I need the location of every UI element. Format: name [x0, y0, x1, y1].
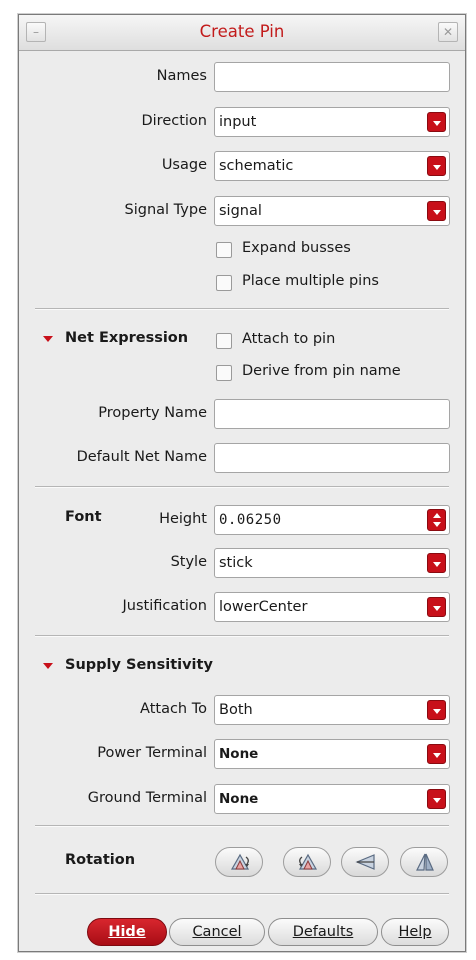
height-label: Height [159, 511, 207, 527]
divider [35, 825, 449, 827]
justification-label: Justification [122, 598, 207, 614]
chevron-down-icon[interactable] [427, 597, 446, 617]
chevron-down-icon[interactable] [427, 156, 446, 176]
signal-type-select[interactable]: signal [214, 196, 450, 226]
ground-terminal-label: Ground Terminal [87, 790, 207, 806]
style-label: Style [170, 554, 207, 570]
power-terminal-label: Power Terminal [97, 745, 207, 761]
font-heading: Font [65, 509, 102, 525]
expand-busses-checkbox[interactable] [216, 242, 232, 258]
place-multiple-label: Place multiple pins [242, 273, 379, 289]
usage-label: Usage [161, 157, 207, 173]
rotate-icon [230, 853, 250, 870]
expand-triangle-icon [43, 663, 53, 669]
divider [35, 486, 449, 488]
property-name-label: Property Name [98, 405, 207, 421]
height-value: 0.06250 [219, 512, 282, 528]
ground-terminal-select[interactable]: None [214, 784, 450, 814]
direction-value: input [219, 114, 257, 130]
spin-arrows-icon[interactable] [427, 509, 446, 531]
chevron-down-icon[interactable] [427, 553, 446, 573]
defaults-button[interactable]: Defaults [268, 918, 378, 946]
names-input[interactable] [214, 62, 450, 92]
names-label: Names [156, 68, 207, 84]
net-expression-heading: Net Expression [65, 330, 189, 346]
chevron-down-icon[interactable] [427, 700, 446, 720]
usage-value: schematic [219, 158, 294, 174]
rotate-reverse-icon [298, 853, 318, 870]
chevron-down-icon[interactable] [427, 744, 446, 764]
flip-vertical-button[interactable] [400, 847, 448, 877]
chevron-down-icon[interactable] [427, 789, 446, 809]
direction-select[interactable]: input [214, 107, 450, 137]
expand-busses-label: Expand busses [242, 240, 351, 256]
help-button[interactable]: Help [381, 918, 449, 946]
derive-from-pin-label: Derive from pin name [242, 363, 401, 379]
direction-label: Direction [141, 113, 207, 129]
flip-vertical-icon [416, 853, 434, 871]
close-button[interactable]: ✕ [438, 22, 458, 42]
default-net-name-input[interactable] [214, 443, 450, 473]
justification-value: lowerCenter [219, 599, 308, 615]
divider [35, 308, 449, 310]
cancel-button[interactable]: Cancel [169, 918, 265, 946]
signal-type-label: Signal Type [124, 202, 207, 218]
attach-to-value: Both [219, 702, 253, 718]
title-bar: – Create Pin ✕ [19, 15, 465, 51]
style-select[interactable]: stick [214, 548, 450, 578]
height-spinbox[interactable]: 0.06250 [214, 505, 450, 535]
ground-terminal-value: None [219, 791, 259, 807]
rotation-label: Rotation [65, 852, 136, 868]
power-terminal-value: None [219, 746, 259, 762]
property-name-input[interactable] [214, 399, 450, 429]
attach-to-select[interactable]: Both [214, 695, 450, 725]
create-pin-dialog: – Create Pin ✕ Names Direction input Usa… [18, 14, 466, 952]
expand-triangle-icon [43, 336, 53, 342]
flip-horizontal-button[interactable] [341, 847, 389, 877]
rotate-reverse-button[interactable] [283, 847, 331, 877]
window-title: Create Pin [199, 22, 285, 41]
place-multiple-checkbox[interactable] [216, 275, 232, 291]
justification-select[interactable]: lowerCenter [214, 592, 450, 622]
style-value: stick [219, 555, 253, 571]
hide-button[interactable]: Hide [87, 918, 167, 946]
rotate-button[interactable] [215, 847, 263, 877]
attach-to-pin-label: Attach to pin [242, 331, 336, 347]
attach-to-pin-checkbox[interactable] [216, 333, 232, 349]
attach-to-label: Attach To [140, 701, 207, 717]
chevron-down-icon[interactable] [427, 112, 446, 132]
flip-horizontal-icon [355, 854, 375, 870]
divider [35, 893, 449, 895]
supply-sensitivity-heading: Supply Sensitivity [65, 657, 213, 673]
default-net-name-label: Default Net Name [76, 449, 207, 465]
derive-from-pin-checkbox[interactable] [216, 365, 232, 381]
divider [35, 635, 449, 637]
power-terminal-select[interactable]: None [214, 739, 450, 769]
usage-select[interactable]: schematic [214, 151, 450, 181]
chevron-down-icon[interactable] [427, 201, 446, 221]
signal-type-value: signal [219, 203, 262, 219]
